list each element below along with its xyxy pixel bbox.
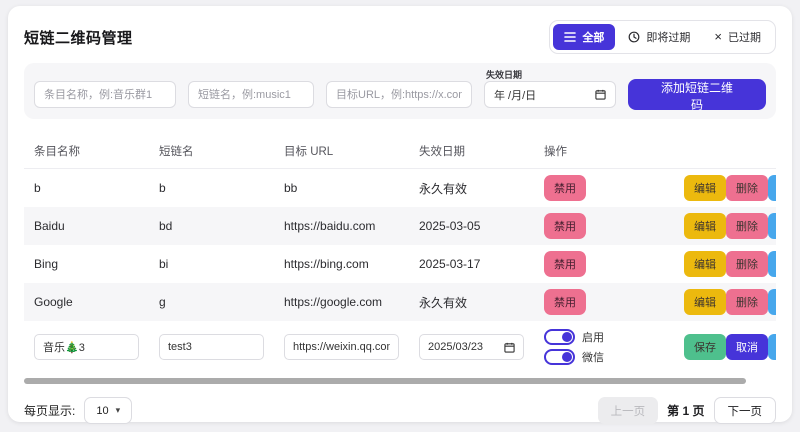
disable-button[interactable]: 禁用 bbox=[544, 175, 586, 201]
col-header-slug: 短链名 bbox=[149, 143, 274, 159]
cell-name: Google bbox=[24, 295, 149, 309]
edit-button[interactable]: 编辑 bbox=[684, 175, 726, 201]
delete-button[interactable]: 删除 bbox=[726, 175, 768, 201]
cell-expiry: 永久有效 bbox=[409, 180, 534, 197]
filter-tab-expiring[interactable]: 即将过期 bbox=[617, 24, 701, 50]
disable-button[interactable]: 禁用 bbox=[544, 213, 586, 239]
col-header-actions: 操作 bbox=[534, 143, 674, 159]
table-row: b b bb 永久有效 禁用 编辑 删除 二维码 bbox=[24, 169, 776, 207]
wechat-toggle-label: 微信 bbox=[582, 349, 604, 365]
qr-code-button[interactable]: 二维码 bbox=[768, 334, 776, 360]
per-page-control: 每页显示: 10 ▾ bbox=[24, 397, 132, 424]
filter-tab-expired[interactable]: × 已过期 bbox=[703, 24, 772, 50]
expiry-date-group: 失效日期 年 /月/日 bbox=[484, 81, 616, 108]
pagination: 上一页 第 1 页 下一页 bbox=[598, 397, 776, 424]
calendar-icon bbox=[595, 89, 606, 100]
close-icon: × bbox=[714, 32, 722, 42]
cell-url: https://google.com bbox=[274, 295, 409, 309]
edit-button[interactable]: 编辑 bbox=[684, 251, 726, 277]
delete-button[interactable]: 删除 bbox=[726, 251, 768, 277]
page-title: 短链二维码管理 bbox=[24, 27, 133, 48]
delete-button[interactable]: 删除 bbox=[726, 213, 768, 239]
expiry-date-input[interactable]: 年 /月/日 bbox=[484, 81, 616, 108]
menu-icon bbox=[564, 32, 576, 42]
cell-name: Bing bbox=[24, 257, 149, 271]
qr-code-button[interactable]: 二维码 bbox=[768, 251, 776, 277]
disable-button[interactable]: 禁用 bbox=[544, 251, 586, 277]
edit-button[interactable]: 编辑 bbox=[684, 289, 726, 315]
inline-edit-row: 2025/03/23 启用 微信 保存 取消 二维码 bbox=[24, 321, 776, 373]
edit-date-value: 2025/03/23 bbox=[428, 341, 483, 353]
table-header-row: 条目名称 短链名 目标 URL 失效日期 操作 bbox=[24, 133, 776, 169]
table-row: Bing bi https://bing.com 2025-03-17 禁用 编… bbox=[24, 245, 776, 283]
page-header: 短链二维码管理 全部 即将过期 × 已过期 bbox=[24, 22, 776, 52]
cell-slug: bi bbox=[149, 257, 274, 271]
table-wrapper: 条目名称 短链名 目标 URL 失效日期 操作 b b bb 永久有效 禁用 编… bbox=[24, 133, 776, 373]
filter-tab-all[interactable]: 全部 bbox=[553, 24, 615, 50]
cell-name: Baidu bbox=[24, 219, 149, 233]
short-link-input[interactable] bbox=[188, 81, 314, 108]
cell-url: https://bing.com bbox=[274, 257, 409, 271]
qr-code-button[interactable]: 二维码 bbox=[768, 213, 776, 239]
qr-code-button[interactable]: 二维码 bbox=[768, 289, 776, 315]
horizontal-scrollbar-thumb[interactable] bbox=[24, 378, 746, 384]
entry-name-input[interactable] bbox=[34, 81, 176, 108]
cell-name: b bbox=[24, 181, 149, 195]
table-footer: 每页显示: 10 ▾ 上一页 第 1 页 下一页 bbox=[24, 397, 776, 424]
expiry-date-label: 失效日期 bbox=[486, 68, 522, 81]
cancel-button[interactable]: 取消 bbox=[726, 334, 768, 360]
save-button[interactable]: 保存 bbox=[684, 334, 726, 360]
cell-slug: b bbox=[149, 181, 274, 195]
next-page-button[interactable]: 下一页 bbox=[714, 397, 777, 424]
disable-button[interactable]: 禁用 bbox=[544, 289, 586, 315]
target-url-input[interactable] bbox=[326, 81, 472, 108]
cell-slug: g bbox=[149, 295, 274, 309]
filter-tab-expired-label: 已过期 bbox=[728, 29, 761, 45]
edit-date-input[interactable]: 2025/03/23 bbox=[419, 334, 524, 360]
cell-expiry: 2025-03-17 bbox=[409, 257, 534, 271]
horizontal-scrollbar-track bbox=[24, 378, 776, 384]
edit-url-input[interactable] bbox=[284, 334, 399, 360]
clock-icon bbox=[628, 31, 640, 43]
cell-url: https://baidu.com bbox=[274, 219, 409, 233]
add-short-link-button[interactable]: 添加短链二维码 bbox=[628, 79, 766, 110]
col-header-expiry: 失效日期 bbox=[409, 143, 534, 159]
per-page-select[interactable]: 10 ▾ bbox=[84, 397, 132, 424]
add-entry-toolbar: 失效日期 年 /月/日 添加短链二维码 bbox=[24, 63, 776, 119]
col-header-url: 目标 URL bbox=[274, 143, 409, 159]
cell-expiry: 永久有效 bbox=[409, 294, 534, 311]
calendar-icon bbox=[504, 342, 515, 353]
main-card: 短链二维码管理 全部 即将过期 × 已过期 失效日期 年 /月/日 bbox=[8, 6, 792, 422]
edit-button[interactable]: 编辑 bbox=[684, 213, 726, 239]
qr-code-button[interactable]: 二维码 bbox=[768, 175, 776, 201]
edit-name-input[interactable] bbox=[34, 334, 139, 360]
filter-tab-expiring-label: 即将过期 bbox=[646, 29, 690, 45]
edit-slug-input[interactable] bbox=[159, 334, 264, 360]
wechat-toggle[interactable] bbox=[544, 349, 575, 365]
per-page-label: 每页显示: bbox=[24, 402, 75, 419]
chevron-down-icon: ▾ bbox=[116, 405, 121, 416]
filter-tabs: 全部 即将过期 × 已过期 bbox=[549, 20, 776, 54]
table-row: Baidu bd https://baidu.com 2025-03-05 禁用… bbox=[24, 207, 776, 245]
table-row: Google g https://google.com 永久有效 禁用 编辑 删… bbox=[24, 283, 776, 321]
page-indicator: 第 1 页 bbox=[667, 402, 704, 419]
filter-tab-all-label: 全部 bbox=[582, 29, 604, 45]
enable-toggle[interactable] bbox=[544, 329, 575, 345]
cell-url: bb bbox=[274, 181, 409, 195]
expiry-date-placeholder: 年 /月/日 bbox=[494, 87, 536, 103]
cell-slug: bd bbox=[149, 219, 274, 233]
delete-button[interactable]: 删除 bbox=[726, 289, 768, 315]
prev-page-button[interactable]: 上一页 bbox=[598, 397, 659, 424]
col-header-name: 条目名称 bbox=[24, 143, 149, 159]
cell-expiry: 2025-03-05 bbox=[409, 219, 534, 233]
per-page-value: 10 bbox=[96, 405, 108, 417]
enable-toggle-label: 启用 bbox=[582, 329, 604, 345]
